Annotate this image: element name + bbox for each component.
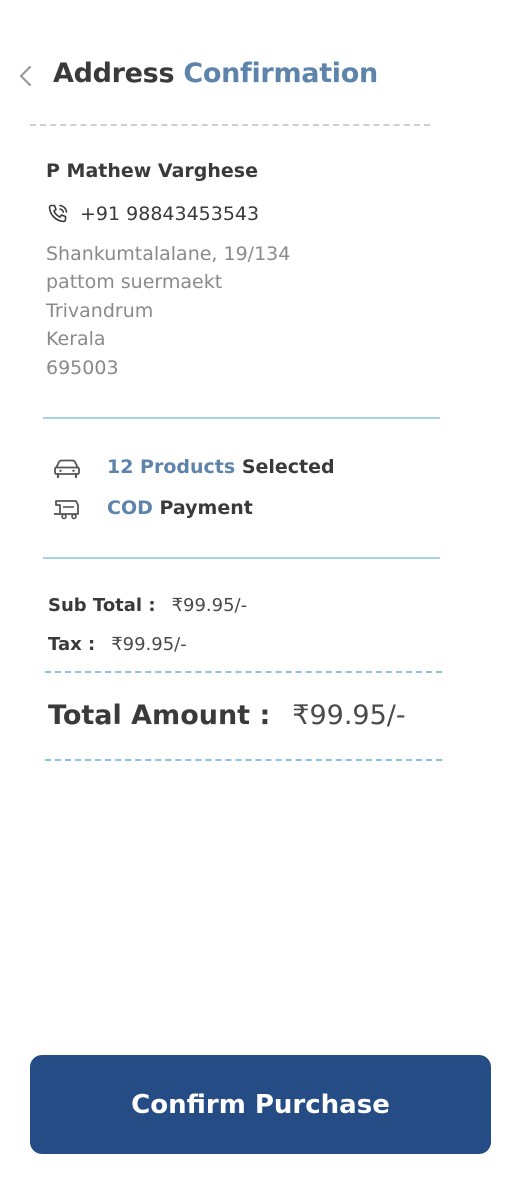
phone-row: +91 98843453543 (46, 200, 259, 228)
customer-name: P Mathew Varghese (46, 160, 258, 182)
address-line: 695003 (46, 356, 119, 379)
page-title: Address Confirmation (53, 58, 378, 89)
address-line: Kerala (46, 328, 106, 351)
products-row: 12 Products Selected (52, 452, 335, 482)
tax-row: Tax : ₹99.95/- (48, 634, 187, 655)
back-button[interactable] (14, 60, 40, 92)
delivery-truck-icon (54, 500, 79, 520)
products-count: 12 Products (107, 456, 236, 478)
divider (43, 417, 440, 419)
subtotal-value: ₹99.95/- (171, 595, 248, 616)
dashed-divider (45, 671, 442, 673)
confirm-purchase-label: Confirm Purchase (131, 1089, 390, 1120)
phone-call-icon (48, 204, 68, 223)
chevron-left-icon (19, 65, 32, 87)
header: Address Confirmation (0, 50, 519, 102)
payment-text: COD Payment (107, 497, 253, 519)
confirm-purchase-button[interactable]: Confirm Purchase (30, 1055, 491, 1154)
dashed-divider (45, 759, 442, 761)
phone-number: +91 98843453543 (80, 203, 260, 225)
page-title-part1: Address (53, 58, 175, 89)
header-divider (30, 124, 430, 126)
products-suffix: Selected (241, 456, 335, 478)
subtotal-row: Sub Total : ₹99.95/- (48, 595, 247, 616)
payment-method: COD (107, 497, 153, 519)
address-block: Shankumtalalane, 19/134 pattom suermaekt… (46, 240, 290, 382)
products-text: 12 Products Selected (107, 456, 335, 478)
total-value: ₹99.95/- (292, 700, 406, 731)
total-label: Total Amount : (48, 700, 271, 731)
page-title-part2: Confirmation (183, 58, 378, 89)
address-line: Trivandrum (46, 299, 154, 322)
divider (43, 557, 440, 559)
payment-suffix: Payment (159, 497, 253, 519)
total-row: Total Amount : ₹99.95/- (48, 700, 406, 731)
tax-label: Tax : (48, 634, 96, 655)
address-line: Shankumtalalane, 19/134 (46, 243, 291, 265)
address-line: pattom suermaekt (46, 271, 223, 294)
tax-value: ₹99.95/- (111, 634, 187, 655)
payment-row: COD Payment (52, 493, 253, 523)
car-icon (54, 459, 80, 479)
subtotal-label: Sub Total : (48, 595, 156, 616)
